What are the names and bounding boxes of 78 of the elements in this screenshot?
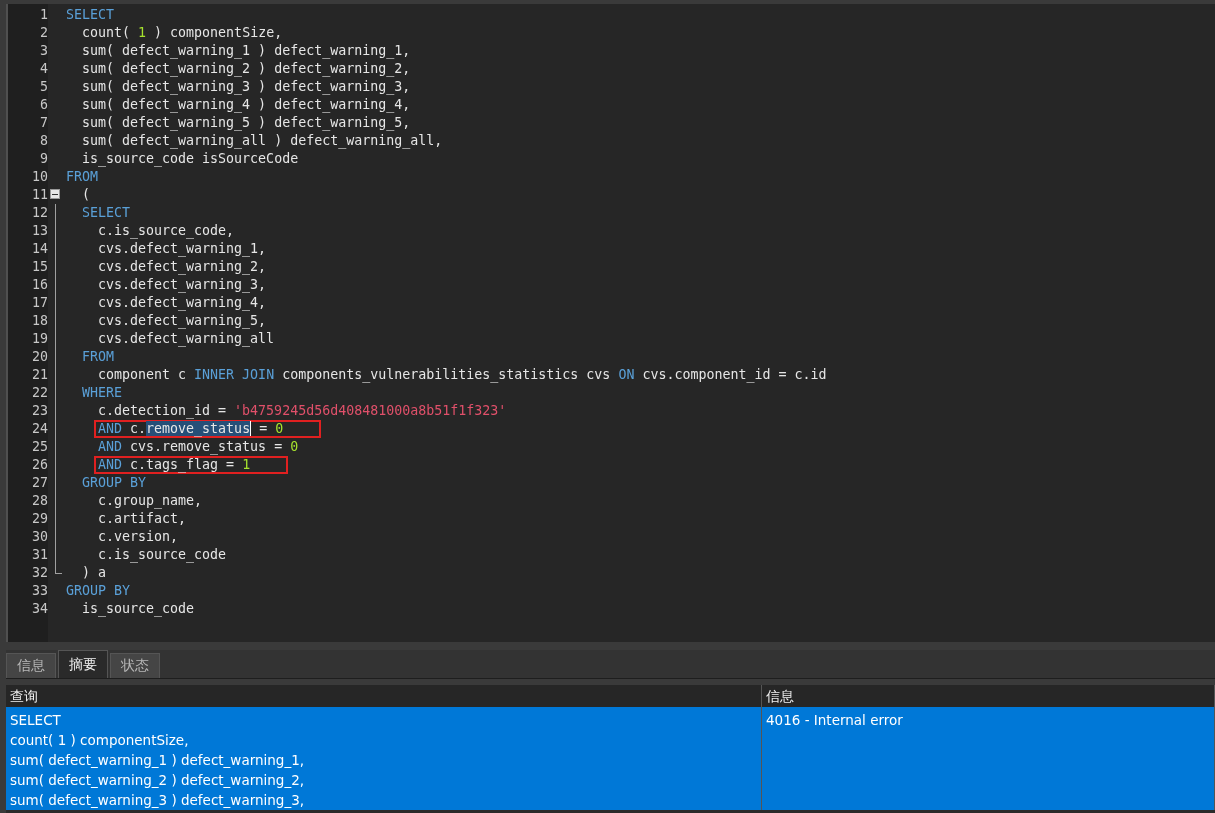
line-number: 14 [31,240,48,258]
line-number: 11 [31,186,48,204]
query-text: sum( defect_warning_3 ) defect_warning_3, [10,791,306,810]
line-number: 10 [31,168,48,186]
line-number: 21 [31,366,48,384]
query-text: count( 1 ) componentSize, [10,731,190,750]
line-number: 34 [31,600,48,618]
line-number: 17 [31,294,48,312]
code-line: GROUP BY [82,474,147,492]
tab[interactable]: 摘要 [58,650,108,678]
code-line: c.version, [98,528,179,546]
line-number: 18 [31,312,48,330]
code-line: cvs.defect_warning_3, [98,276,267,294]
line-number: 33 [31,582,48,600]
code-line: cvs.defect_warning_5, [98,312,267,330]
line-number: 4 [39,60,48,78]
line-number: 20 [31,348,48,366]
line-number: 19 [31,330,48,348]
line-number: 13 [31,222,48,240]
code-line: cvs.defect_warning_1, [98,240,267,258]
code-line: GROUP BY [66,582,131,600]
code-line: c.is_source_code [98,546,227,564]
line-number: 12 [31,204,48,222]
line-number: 15 [31,258,48,276]
query-text: sum( defect_warning_2 ) defect_warning_2, [10,771,306,790]
query-text: sum( defect_warning_1 ) defect_warning_1, [10,751,306,770]
code-line: FROM [66,168,99,186]
line-number: 22 [31,384,48,402]
code-line: c.group_name, [98,492,203,510]
message-text: 4016 - Internal error [766,711,904,730]
line-number: 25 [31,438,48,456]
code-line: sum( defect_warning_1 ) defect_warning_1, [82,42,411,60]
code-line: sum( defect_warning_4 ) defect_warning_4, [82,96,411,114]
line-number: 30 [31,528,48,546]
tab[interactable]: 信息 [6,653,56,678]
line-number: 5 [39,78,48,96]
line-number: 16 [31,276,48,294]
line-number: 23 [31,402,48,420]
code-line: c.detection_id = 'b4759245d56d408481000a8b51f1f323' [98,402,507,420]
code-line: component c INNER JOIN components_vulnerabilities_statistics cvs ON cvs.component_id = c.id [98,366,827,384]
line-number: 8 [39,132,48,150]
line-number: 6 [39,96,48,114]
line-number: 9 [39,150,48,168]
query-text: SELECT [10,711,62,730]
result-row[interactable]: SELECT count( 1 ) componentSize, sum( defect_warning_1 ) defect_warning_1, sum( defect_warning_2 ) defect_warning_2, sum( defect_warning_3 ) defect_warning_3, 4016 - Internal error [6,707,1215,810]
line-number: 29 [31,510,48,528]
code-line: SELECT [66,6,115,24]
code-line: cvs.defect_warning_2, [98,258,267,276]
code-line: sum( defect_warning_2 ) defect_warning_2, [82,60,411,78]
code-line: is_source_code isSourceCode [82,150,299,168]
code-line: c.is_source_code, [98,222,235,240]
code-line: c.artifact, [98,510,187,528]
code-line: sum( defect_warning_5 ) defect_warning_5, [82,114,411,132]
tab[interactable]: 状态 [110,653,160,678]
code-line: FROM [82,348,115,366]
code-line: AND cvs.remove_status = 0 [98,438,299,456]
code-line: ) a [82,564,107,582]
code-editor[interactable] [6,4,1215,642]
code-line: sum( defect_warning_3 ) defect_warning_3, [82,78,411,96]
code-line: cvs.defect_warning_all [98,330,275,348]
code-line: count( 1 ) componentSize, [82,24,283,42]
code-line: WHERE [82,384,123,402]
code-line: cvs.defect_warning_4, [98,294,267,312]
line-number: 28 [31,492,48,510]
line-number: 31 [31,546,48,564]
line-number: 1 [39,6,48,24]
line-number: 26 [31,456,48,474]
code-line: SELECT [82,204,131,222]
line-number: 32 [31,564,48,582]
line-number: 3 [39,42,48,60]
code-line: ( [82,186,90,204]
line-number: 7 [39,114,48,132]
line-number: 2 [39,24,48,42]
collapse-icon[interactable] [50,189,60,199]
line-number: 27 [31,474,48,492]
code-line: is_source_code [82,600,195,618]
code-line: sum( defect_warning_all ) defect_warning_all, [82,132,443,150]
line-number: 24 [31,420,48,438]
